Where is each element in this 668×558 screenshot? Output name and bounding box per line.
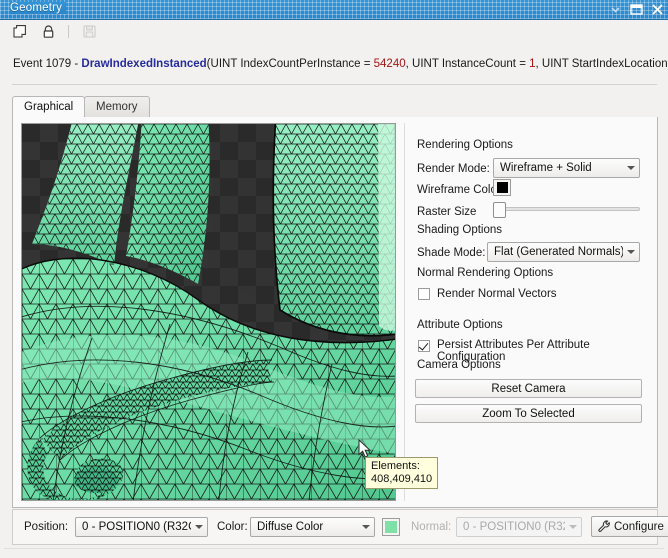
attribute-bar: Position: 0 - POSITION0 (R32G3 Color: Di… <box>12 509 668 545</box>
raster-size-label: Raster Size <box>417 206 477 218</box>
shade-mode-value: Flat (Generated Normals) <box>494 246 623 258</box>
graphical-panel: Rendering Options Render Mode: Wireframe… <box>12 117 658 508</box>
zoom-to-selected-button[interactable]: Zoom To Selected <box>415 404 642 423</box>
event-arg1-value: 54240 <box>373 58 406 70</box>
window-bottom-edge <box>4 548 664 549</box>
copy-icon[interactable] <box>8 21 32 43</box>
maximize-icon[interactable] <box>629 3 643 16</box>
attribute-options-title: Attribute Options <box>417 319 503 331</box>
color-select[interactable]: Diffuse Color <box>250 517 375 537</box>
color-label: Color: <box>217 521 248 533</box>
position-select[interactable]: 0 - POSITION0 (R32G3 <box>75 517 208 537</box>
wireframe-color-chip <box>496 182 508 193</box>
chevron-down-icon <box>362 525 370 529</box>
toolbar <box>0 20 668 43</box>
rendering-options-title: Rendering Options <box>417 139 513 151</box>
wireframe-color-label: Wireframe Color <box>417 184 501 196</box>
window-title: Geometry <box>10 2 67 14</box>
render-mode-value: Wireframe + Solid <box>500 162 592 174</box>
chevron-down-icon <box>569 525 577 529</box>
reset-camera-button[interactable]: Reset Camera <box>415 379 642 398</box>
camera-options-title: Camera Options <box>417 359 501 371</box>
normal-select: 0 - POSITION0 (R32G3 <box>456 517 582 537</box>
shade-mode-select[interactable]: Flat (Generated Normals) <box>487 242 640 262</box>
chevron-down-icon <box>627 250 635 254</box>
element-tooltip: Elements: 408,409,410 <box>365 457 439 489</box>
render-mode-label: Render Mode: <box>417 163 490 175</box>
window-controls <box>608 0 664 19</box>
render-mode-select[interactable]: Wireframe + Solid <box>493 158 640 178</box>
reset-camera-label: Reset Camera <box>491 382 566 395</box>
event-prefix: Event 1079 - <box>13 58 82 70</box>
toolbar-separator <box>68 25 69 38</box>
tab-graphical[interactable]: Graphical <box>12 96 86 117</box>
viewport-render <box>22 124 395 500</box>
color-value: Diffuse Color <box>257 521 324 533</box>
close-icon[interactable] <box>650 3 664 16</box>
shade-mode-label: Shade Mode: <box>417 247 486 259</box>
geometry-window: Geometry Event 1079 - DrawIndexedInstanc… <box>0 0 668 558</box>
color-swatch-button[interactable] <box>382 518 400 536</box>
position-label: Position: <box>24 521 69 533</box>
render-normal-vectors-checkbox[interactable] <box>418 288 430 300</box>
color-swatch-chip <box>385 521 397 533</box>
normal-rendering-options-title: Normal Rendering Options <box>417 267 554 279</box>
header-divider <box>12 84 657 85</box>
mouse-cursor <box>358 439 372 458</box>
wrench-icon <box>598 520 610 532</box>
tab-strip: Graphical Memory <box>12 96 658 118</box>
raster-size-slider[interactable] <box>493 202 640 218</box>
event-arg1-name: UINT IndexCountPerInstance = <box>210 58 374 70</box>
normal-value: 0 - POSITION0 (R32G3 <box>463 521 565 533</box>
mesh-render <box>22 124 395 500</box>
tab-memory-label: Memory <box>96 101 138 113</box>
render-normal-vectors-label: Render Normal Vectors <box>437 288 557 300</box>
rendering-options-panel: Rendering Options Render Mode: Wireframe… <box>404 123 651 501</box>
configure-button[interactable]: Configure <box>591 516 668 537</box>
zoom-to-selected-label: Zoom To Selected <box>482 407 575 420</box>
event-arg3-name: , UINT StartIndexLocation = <box>535 58 668 70</box>
tab-graphical-label: Graphical <box>24 101 74 113</box>
event-description: Event 1079 - DrawIndexedInstanced(UINT I… <box>13 58 668 70</box>
chevron-down-icon <box>627 166 635 170</box>
shading-options-title: Shading Options <box>417 224 503 236</box>
event-arg2-name: , UINT InstanceCount = <box>405 58 530 70</box>
normal-label: Normal: <box>411 521 452 533</box>
tooltip-line-1: Elements: <box>371 460 420 472</box>
slider-track <box>493 207 640 211</box>
persist-attributes-checkbox[interactable] <box>418 340 430 352</box>
event-function-name: DrawIndexedInstanced <box>81 58 207 70</box>
save-icon <box>77 21 101 43</box>
tab-memory[interactable]: Memory <box>84 96 150 117</box>
configure-label: Configure <box>614 520 664 533</box>
lock-icon[interactable] <box>36 21 60 43</box>
geometry-viewport[interactable] <box>21 123 396 501</box>
chevron-down-icon[interactable] <box>608 3 622 16</box>
slider-thumb[interactable] <box>493 202 506 218</box>
chevron-down-icon <box>195 525 203 529</box>
wireframe-color-swatch[interactable] <box>493 179 511 196</box>
title-bar: Geometry <box>0 0 668 20</box>
position-value: 0 - POSITION0 (R32G3 <box>82 521 191 533</box>
tooltip-line-2: 408,409,410 <box>371 472 433 485</box>
